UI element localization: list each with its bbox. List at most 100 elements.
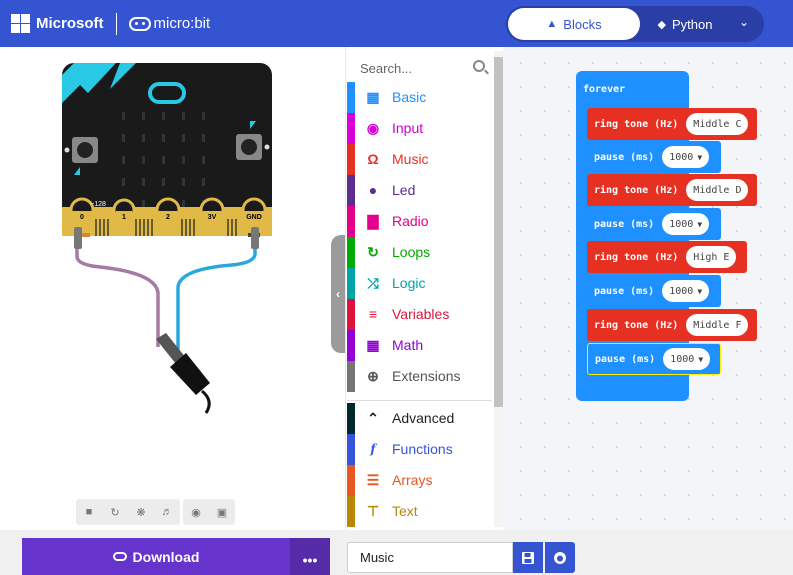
simulator-board: 0 1 2 3V GND ~128	[62, 63, 272, 414]
block-label: ring tone (Hz)	[594, 118, 679, 130]
chevron-down-icon[interactable]: ⌄	[734, 15, 754, 33]
caret-down-icon: ▼	[698, 354, 704, 364]
duration-dropdown[interactable]: 1000 ▼	[662, 280, 710, 302]
debug-icon[interactable]: ❋	[131, 501, 151, 523]
fullscreen-icon[interactable]: ▣	[212, 501, 232, 523]
ring-tone-block[interactable]: ring tone (Hz) Middle D	[587, 174, 757, 206]
duration-dropdown[interactable]: 1000 ▼	[662, 146, 710, 168]
calculator-icon: ▦	[366, 336, 380, 353]
duration-value: 1000	[669, 151, 694, 163]
duration-dropdown[interactable]: 1000 ▼	[663, 348, 711, 370]
forever-label: forever	[583, 84, 626, 95]
microsoft-logo[interactable]: Microsoft	[11, 14, 104, 33]
pin-label-0: 0	[80, 214, 84, 221]
block-label: ring tone (Hz)	[594, 251, 679, 263]
category-input[interactable]: ◉ Input	[347, 113, 492, 144]
category-arrays[interactable]: ☰ Arrays	[347, 465, 492, 496]
note-field[interactable]: Middle F	[686, 314, 749, 336]
category-functions[interactable]: f Functions	[347, 434, 492, 465]
pause-block[interactable]: pause (ms) 1000 ▼	[587, 141, 721, 173]
cable-purple	[75, 237, 160, 347]
headphones-icon: Ω	[367, 151, 379, 167]
puzzle-icon: ▲	[546, 18, 558, 30]
ring-tone-block[interactable]: ring tone (Hz) Middle C	[587, 108, 757, 140]
stop-icon[interactable]: ■	[79, 501, 99, 523]
mute-icon[interactable]: ♬	[157, 501, 177, 523]
header-separator	[115, 12, 117, 35]
duration-value: 1000	[669, 285, 694, 297]
toolbox-scrollbar[interactable]	[494, 51, 503, 527]
block-label: pause (ms)	[594, 285, 655, 297]
pause-block[interactable]: pause (ms) 1000 ▼	[587, 275, 721, 307]
category-extensions[interactable]: ⊕ Extensions	[347, 361, 492, 392]
note-field[interactable]: Middle C	[686, 113, 749, 135]
collapse-simulator-button[interactable]: ‹	[331, 235, 345, 353]
category-label: Radio	[392, 213, 429, 229]
save-button[interactable]	[513, 542, 543, 573]
category-label: Loops	[392, 244, 431, 260]
microsoft-grid-icon	[11, 14, 30, 33]
pause-block[interactable]: pause (ms) 1000 ▼	[587, 208, 721, 240]
makecode-editor: Microsoft micro:bit ▲ Blocks ◆ Python ⌄	[0, 0, 793, 575]
cable-blue	[176, 237, 257, 357]
search-placeholder: Search...	[360, 60, 413, 76]
pin-label-2: 2	[166, 214, 170, 221]
ring-tone-block[interactable]: ring tone (Hz) Middle F	[587, 309, 757, 341]
category-music[interactable]: Ω Music	[347, 144, 492, 175]
python-icon: ◆	[657, 18, 666, 31]
pause-block-selected[interactable]: pause (ms) 1000 ▼	[587, 343, 721, 375]
caret-down-icon: ▼	[697, 219, 703, 229]
category-label: Math	[392, 337, 424, 353]
restart-icon[interactable]: ↻	[105, 501, 125, 523]
download-more-button[interactable]: •••	[290, 538, 330, 575]
chevron-up-icon: ⌃	[367, 409, 379, 426]
ring-tone-block[interactable]: ring tone (Hz) High E	[587, 241, 747, 273]
block-label: ring tone (Hz)	[594, 184, 679, 196]
pin0-level: ~128	[90, 201, 106, 208]
toolbox: Search... ▦ Basic ◉ Input Ω Music ● Led …	[345, 47, 503, 530]
github-button[interactable]	[545, 542, 575, 573]
top-header: Microsoft micro:bit ▲ Blocks ◆ Python ⌄	[0, 0, 793, 47]
project-name-input[interactable]	[347, 542, 513, 573]
search-input[interactable]: Search...	[347, 52, 491, 84]
text-icon: ⊤	[366, 502, 380, 519]
sim-control-group-2: ◉ ▣	[183, 499, 235, 525]
category-variables[interactable]: ≡ Variables	[347, 299, 492, 330]
category-text[interactable]: ⊤ Text	[347, 496, 492, 527]
category-advanced[interactable]: ⌃ Advanced	[347, 403, 492, 434]
bottom-bar: Download •••	[0, 530, 793, 575]
category-label: Input	[392, 120, 424, 136]
caret-down-icon: ▼	[697, 286, 703, 296]
signal-icon: ▇	[367, 212, 379, 229]
toolbox-scrollbar-thumb[interactable]	[494, 57, 503, 407]
microbit-logo[interactable]: micro:bit	[128, 15, 210, 32]
duration-dropdown[interactable]: 1000 ▼	[662, 213, 710, 235]
microsoft-label: Microsoft	[36, 15, 104, 32]
tab-blocks[interactable]: ▲ Blocks	[508, 8, 640, 40]
tab-python[interactable]: ◆ Python	[640, 8, 730, 40]
pin-label-3v: 3V	[208, 214, 217, 221]
block-label: pause (ms)	[594, 218, 655, 230]
search-icon[interactable]	[473, 60, 485, 72]
category-logic[interactable]: ⤮ Logic	[347, 268, 492, 299]
microbit-icon	[128, 16, 151, 31]
category-label: Text	[392, 503, 418, 519]
note-field[interactable]: Middle D	[686, 179, 749, 201]
list-lines-icon: ☰	[366, 471, 380, 488]
category-loops[interactable]: ↻ Loops	[347, 237, 492, 268]
grid-icon: ▦	[366, 88, 380, 105]
blocks-workspace[interactable]: forever ring tone (Hz) Middle C pause (m…	[503, 47, 793, 530]
category-led[interactable]: ● Led	[347, 175, 492, 206]
category-math[interactable]: ▦ Math	[347, 330, 492, 361]
download-button[interactable]: Download	[22, 538, 290, 575]
category-label: Extensions	[392, 368, 461, 384]
download-label: Download	[132, 548, 200, 565]
duration-value: 1000	[669, 218, 694, 230]
caret-down-icon: ▼	[697, 152, 703, 162]
category-basic[interactable]: ▦ Basic	[347, 82, 492, 113]
category-radio[interactable]: ▇ Radio	[347, 206, 492, 237]
screenshot-icon[interactable]: ◉	[186, 501, 206, 523]
note-field[interactable]: High E	[686, 246, 737, 268]
save-icon	[522, 551, 534, 564]
sim-control-group-1: ■ ↻ ❋ ♬	[76, 499, 180, 525]
